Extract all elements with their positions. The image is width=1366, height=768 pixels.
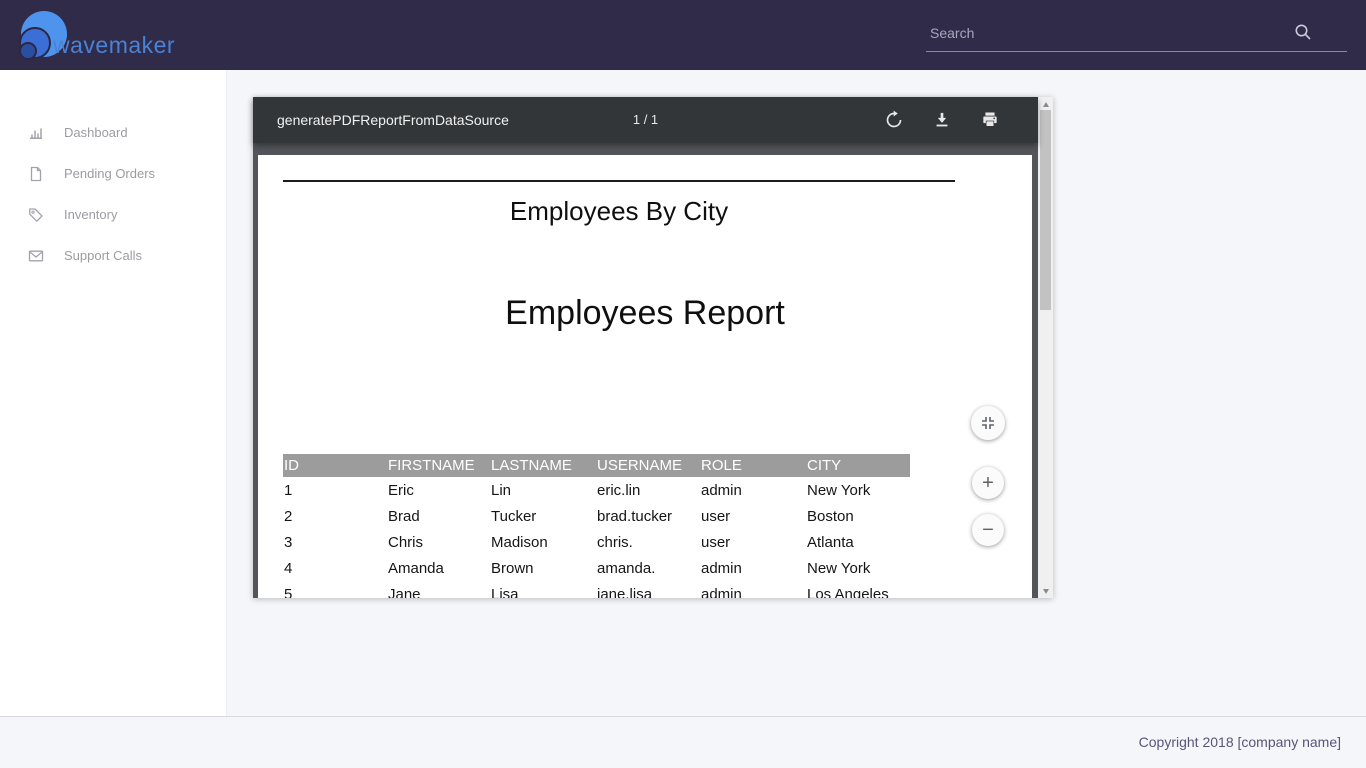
- cell: Atlanta: [806, 534, 910, 551]
- sidebar-item-pending-orders[interactable]: Pending Orders: [0, 153, 226, 194]
- col-header: USERNAME: [596, 457, 700, 474]
- cell: eric.lin: [596, 482, 700, 499]
- cell: user: [700, 508, 806, 525]
- pdf-content-area[interactable]: Employees By City Employees Report ID FI…: [253, 143, 1038, 598]
- print-button[interactable]: [978, 108, 1002, 132]
- plus-icon: +: [982, 472, 994, 495]
- document-icon: [28, 166, 44, 182]
- wavemaker-logo[interactable]: wavemaker: [13, 6, 213, 66]
- fit-to-page-icon: [980, 415, 996, 431]
- sidebar-item-label: Inventory: [64, 207, 117, 222]
- cell: 4: [283, 560, 387, 577]
- pdf-viewer: generatePDFReportFromDataSource 1 / 1: [253, 97, 1053, 598]
- sidebar: Dashboard Pending Orders Inventory Suppo…: [0, 70, 227, 716]
- fit-to-page-button[interactable]: [971, 406, 1005, 440]
- cell: user: [700, 534, 806, 551]
- bar-chart-icon: [28, 125, 44, 141]
- scrollbar-up-arrow[interactable]: [1038, 97, 1053, 111]
- pdf-header-rule: [283, 180, 955, 182]
- col-header: FIRSTNAME: [387, 457, 490, 474]
- cell: Chris: [387, 534, 490, 551]
- sidebar-item-support-calls[interactable]: Support Calls: [0, 235, 226, 276]
- cell: Jane: [387, 586, 490, 599]
- cell: 1: [283, 482, 387, 499]
- rotate-button[interactable]: [882, 108, 906, 132]
- download-icon: [932, 110, 952, 130]
- search-box: [926, 14, 1347, 52]
- cell: 2: [283, 508, 387, 525]
- print-icon: [980, 110, 1000, 130]
- cell: jane.lisa: [596, 586, 700, 599]
- pdf-doc-title: Employees Report: [258, 294, 1032, 333]
- cell: chris.: [596, 534, 700, 551]
- cell: New York: [806, 560, 910, 577]
- cell: Eric: [387, 482, 490, 499]
- sidebar-item-label: Pending Orders: [64, 166, 155, 181]
- cell: 3: [283, 534, 387, 551]
- search-icon[interactable]: [1294, 23, 1312, 41]
- cell: Lisa: [490, 586, 596, 599]
- pdf-page: Employees By City Employees Report ID FI…: [258, 155, 1032, 598]
- employees-table: ID FIRSTNAME LASTNAME USERNAME ROLE CITY…: [283, 454, 910, 598]
- table-row: 4 Amanda Brown amanda. admin New York: [283, 555, 910, 581]
- pdf-toolbar: generatePDFReportFromDataSource 1 / 1: [253, 97, 1038, 143]
- app-header: wavemaker: [0, 0, 1366, 70]
- table-row: 5 Jane Lisa jane.lisa admin Los Angeles: [283, 581, 910, 598]
- col-header: LASTNAME: [490, 457, 596, 474]
- cell: New York: [806, 482, 910, 499]
- cell: admin: [700, 482, 806, 499]
- page-indicator: 1 / 1: [633, 97, 658, 143]
- table-row: 2 Brad Tucker brad.tucker user Boston: [283, 503, 910, 529]
- zoom-out-button[interactable]: −: [972, 514, 1004, 546]
- pdf-subtitle: Employees By City: [283, 196, 955, 227]
- envelope-icon: [28, 248, 44, 264]
- cell: Boston: [806, 508, 910, 525]
- cell: brad.tucker: [596, 508, 700, 525]
- col-header: CITY: [806, 457, 910, 474]
- cell: Madison: [490, 534, 596, 551]
- sidebar-item-dashboard[interactable]: Dashboard: [0, 112, 226, 153]
- table-row: 3 Chris Madison chris. user Atlanta: [283, 529, 910, 555]
- table-header-row: ID FIRSTNAME LASTNAME USERNAME ROLE CITY: [283, 454, 910, 477]
- cell: Brad: [387, 508, 490, 525]
- sidebar-item-inventory[interactable]: Inventory: [0, 194, 226, 235]
- cell: Tucker: [490, 508, 596, 525]
- sidebar-item-label: Support Calls: [64, 248, 142, 263]
- search-input[interactable]: [930, 18, 1300, 48]
- sidebar-item-label: Dashboard: [64, 125, 128, 140]
- minus-icon: −: [982, 519, 994, 542]
- app-footer: Copyright 2018 [company name]: [0, 716, 1366, 768]
- wavemaker-logo-text: wavemaker: [53, 32, 175, 59]
- app: { "header": { "logo_text": "wavemaker", …: [0, 0, 1366, 768]
- download-button[interactable]: [930, 108, 954, 132]
- cell: Brown: [490, 560, 596, 577]
- cell: amanda.: [596, 560, 700, 577]
- cell: Los Angeles: [806, 586, 910, 599]
- scrollbar-thumb[interactable]: [1040, 110, 1051, 310]
- scrollbar-down-arrow[interactable]: [1038, 584, 1053, 598]
- pdf-scrollbar[interactable]: [1038, 97, 1053, 598]
- cell: 5: [283, 586, 387, 599]
- pdf-document-name: generatePDFReportFromDataSource: [277, 97, 509, 143]
- copyright-text: Copyright 2018 [company name]: [1139, 734, 1341, 750]
- cell: admin: [700, 560, 806, 577]
- rotate-icon: [884, 110, 904, 130]
- table-row: 1 Eric Lin eric.lin admin New York: [283, 477, 910, 503]
- cell: admin: [700, 586, 806, 599]
- cell: Lin: [490, 482, 596, 499]
- tag-icon: [28, 207, 44, 223]
- zoom-in-button[interactable]: +: [972, 467, 1004, 499]
- cell: Amanda: [387, 560, 490, 577]
- col-header: ROLE: [700, 457, 806, 474]
- col-header: ID: [283, 457, 387, 474]
